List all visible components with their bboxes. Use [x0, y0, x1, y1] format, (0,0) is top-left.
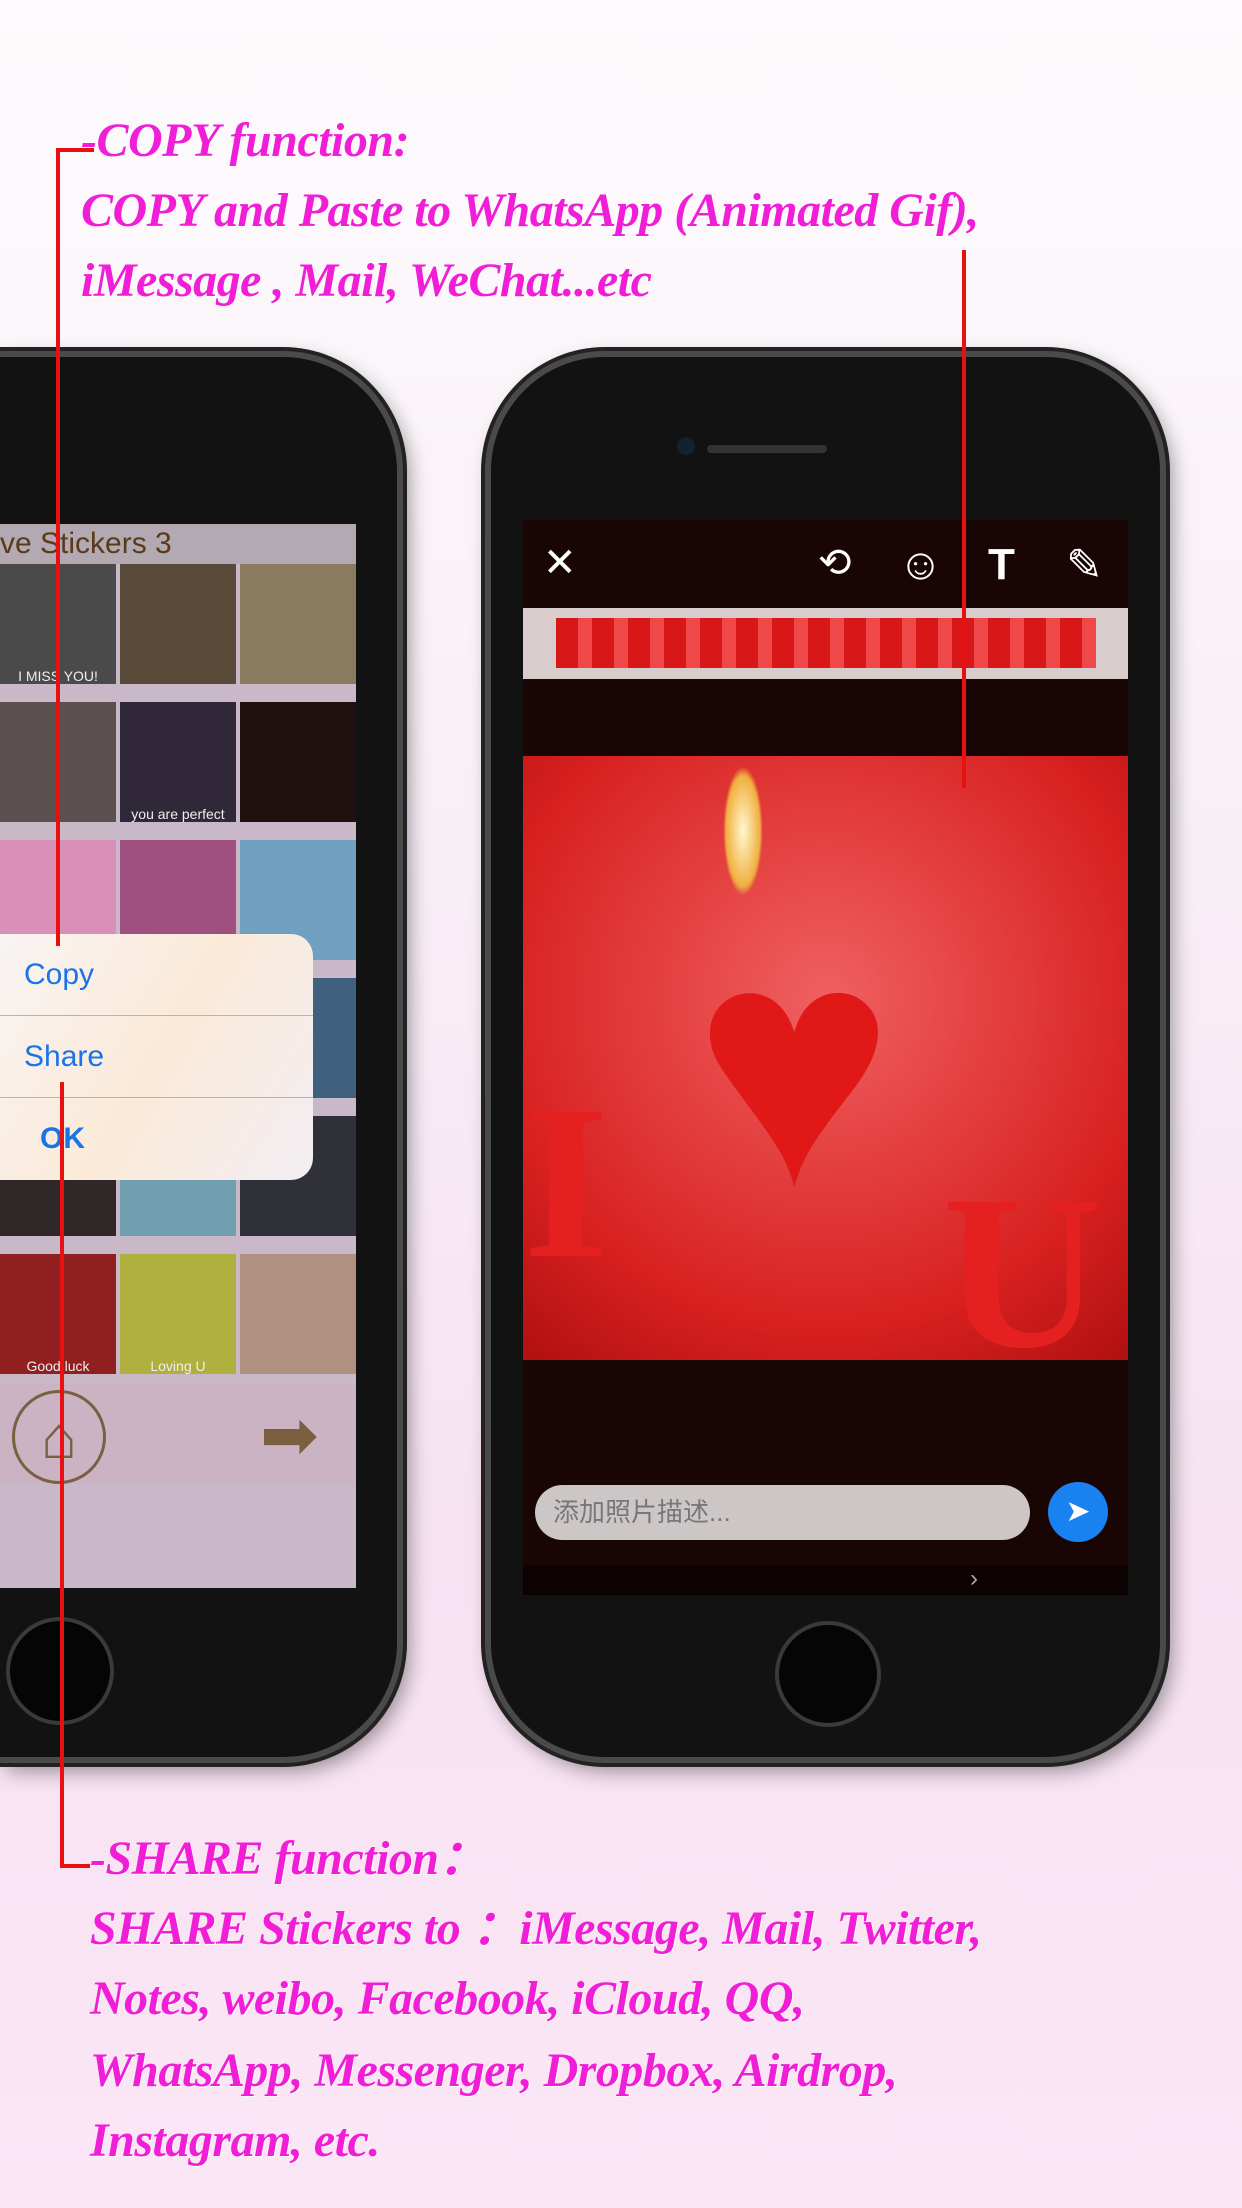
pencil-icon[interactable]: ✎ — [1066, 540, 1103, 591]
share-pointer-line — [60, 1864, 90, 1868]
share-heading: -SHARE function： — [90, 1832, 487, 1885]
close-icon[interactable]: ✕ — [543, 540, 577, 586]
letter-u: U — [943, 1150, 1102, 1394]
copy-pointer-line — [56, 148, 94, 152]
share-description-3: WhatsApp, Messenger, Dropbox, Airdrop, — [90, 2044, 898, 2097]
sticker-thumbnail[interactable] — [120, 564, 236, 684]
sticker-thumbnail[interactable]: Loving U — [120, 1254, 236, 1374]
thumbnail-bar: › — [523, 1565, 1128, 1595]
crop-rotate-icon[interactable]: ⟲ — [818, 540, 852, 586]
share-pointer-line — [60, 1082, 64, 1868]
copy-heading: -COPY function: — [81, 114, 410, 167]
home-button — [775, 1621, 881, 1727]
home-icon[interactable]: ⌂ — [12, 1390, 106, 1484]
chevron-right-icon[interactable]: › — [970, 1565, 978, 1593]
ok-button[interactable]: OK — [0, 1098, 313, 1180]
share-description-1: SHARE Stickers to ：iMessage, Mail, Twitt… — [90, 1902, 982, 1955]
action-alert: Copy Share OK — [0, 934, 313, 1180]
sticker-thumbnail[interactable] — [240, 1254, 356, 1374]
share-description-2: Notes, weibo, Facebook, iCloud, QQ, — [90, 1972, 805, 2025]
sticker-preview-image: ♥ I U — [523, 756, 1128, 1394]
sticker-thumbnail[interactable] — [240, 564, 356, 684]
letter-i: I — [523, 1060, 609, 1304]
sticker-thumbnail[interactable]: Good luck — [0, 1254, 116, 1374]
share-option[interactable]: Share — [0, 1016, 313, 1098]
app-title: ve Stickers 3 — [0, 524, 356, 564]
camera — [677, 437, 695, 455]
copy-description-1: COPY and Paste to WhatsApp (Animated Gif… — [81, 184, 979, 237]
sticker-strip — [523, 608, 1128, 679]
arrow-right-icon[interactable]: ➡ — [260, 1394, 319, 1476]
speaker — [707, 445, 827, 453]
hearts-banner — [556, 618, 1096, 668]
copy-target-line — [962, 250, 966, 788]
copy-description-2: iMessage , Mail, WeChat...etc — [81, 254, 652, 307]
whatsapp-editor-screen: ♥ I U 添加照片描述... ➤ › — [523, 520, 1128, 1595]
send-icon[interactable]: ➤ — [1048, 1482, 1108, 1542]
share-description-4: Instagram, etc. — [90, 2114, 380, 2167]
sticker-thumbnail[interactable]: you are perfect — [120, 702, 236, 822]
text-icon[interactable]: T — [988, 540, 1015, 590]
copy-option[interactable]: Copy — [0, 934, 313, 1016]
sticker-thumbnail[interactable] — [240, 702, 356, 822]
nav-bar: ⌂ ➡ — [0, 1384, 356, 1484]
heart-candle: ♥ — [693, 876, 895, 1256]
caption-input[interactable]: 添加照片描述... — [535, 1485, 1030, 1540]
copy-pointer-line — [56, 148, 60, 946]
app-title-text: ve Stickers 3 — [0, 527, 172, 560]
emoji-icon[interactable]: ☺ — [898, 540, 943, 590]
